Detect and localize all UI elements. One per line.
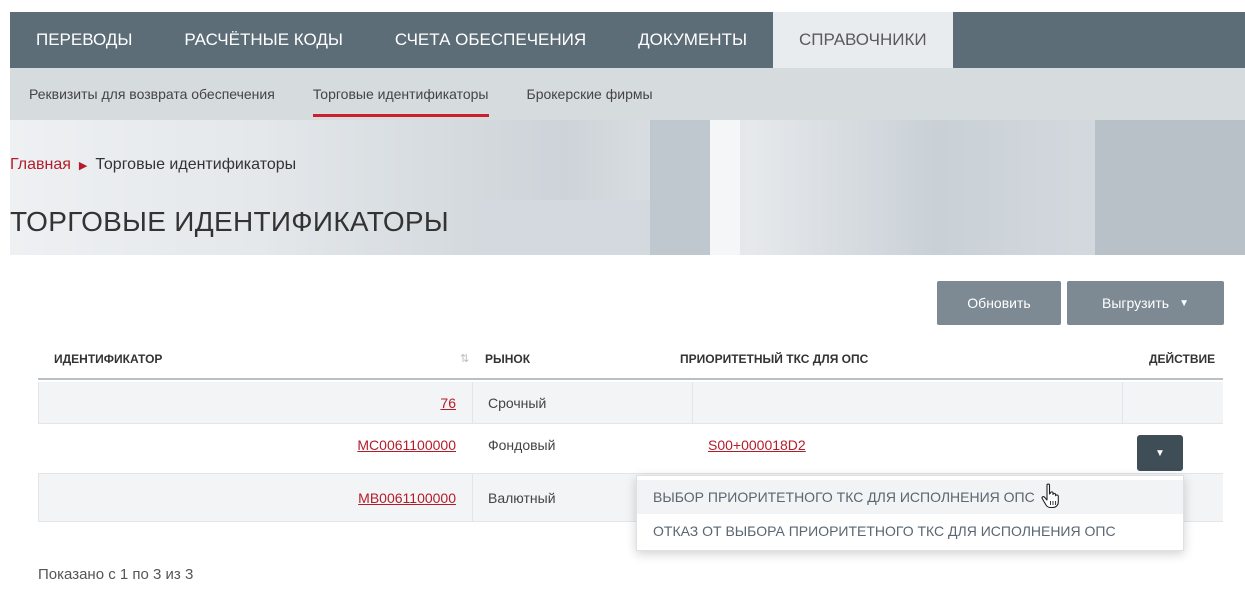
page-title: ТОРГОВЫЕ ИДЕНТИФИКАТОРЫ	[10, 206, 449, 237]
nav-item-transfers[interactable]: ПЕРЕВОДЫ	[10, 12, 158, 68]
breadcrumb-current: Торговые идентификаторы	[95, 156, 297, 173]
page: ПЕРЕВОДЫ РАСЧЁТНЫЕ КОДЫ СЧЕТА ОБЕСПЕЧЕНИ…	[0, 0, 1245, 606]
subnav-item-return-details[interactable]: Реквизиты для возврата обеспечения	[10, 68, 294, 120]
pagination-info: Показано с 1 по 3 из 3	[38, 566, 194, 583]
subnav-item-trading-ids[interactable]: Торговые идентификаторы	[294, 68, 508, 120]
column-header-market[interactable]: РЫНОК	[485, 340, 530, 378]
caret-down-icon: ▼	[1179, 297, 1189, 309]
subnav-item-broker-firms[interactable]: Брокерские фирмы	[508, 68, 672, 120]
row-action-dropdown-button[interactable]: ▼	[1137, 435, 1183, 471]
breadcrumb-separator-icon: ▶	[78, 159, 88, 172]
market-cell: Фондовый	[488, 437, 556, 453]
caret-down-icon: ▼	[1155, 447, 1165, 459]
breadcrumb: Главная ▶ Торговые идентификаторы	[10, 156, 296, 174]
column-header-identifier[interactable]: ИДЕНТИФИКАТОР	[54, 340, 162, 378]
market-cell: Срочный	[488, 395, 547, 411]
nav-item-documents[interactable]: ДОКУМЕНТЫ	[612, 12, 773, 68]
identifier-link[interactable]: MB0061100000	[358, 490, 456, 506]
sub-nav: Реквизиты для возврата обеспечения Торго…	[10, 68, 1245, 120]
export-button-label: Выгрузить	[1102, 295, 1170, 311]
market-cell: Валютный	[488, 490, 556, 506]
hand-cursor-icon	[1041, 483, 1059, 509]
table-row: 76 Срочный	[38, 382, 1223, 424]
action-dropdown-menu: ВЫБОР ПРИОРИТЕТНОГО ТКС ДЛЯ ИСПОЛНЕНИЯ О…	[636, 475, 1184, 551]
identifier-link[interactable]: MC0061100000	[357, 437, 456, 453]
priority-tks-link[interactable]: S00+000018D2	[708, 437, 806, 453]
column-header-priority-tks[interactable]: ПРИОРИТЕТНЫЙ ТКС ДЛЯ ОПС	[680, 340, 868, 378]
nav-item-collateral-accounts[interactable]: СЧЕТА ОБЕСПЕЧЕНИЯ	[369, 12, 612, 68]
main-nav: ПЕРЕВОДЫ РАСЧЁТНЫЕ КОДЫ СЧЕТА ОБЕСПЕЧЕНИ…	[10, 12, 1245, 68]
table-row: MC0061100000 Фондовый S00+000018D2	[38, 424, 1223, 474]
nav-item-directories[interactable]: СПРАВОЧНИКИ	[773, 12, 953, 68]
export-button[interactable]: Выгрузить ▼	[1067, 281, 1224, 325]
sort-icon[interactable]: ⇅	[460, 352, 469, 365]
menu-item-cancel-priority-tks[interactable]: ОТКАЗ ОТ ВЫБОРА ПРИОРИТЕТНОГО ТКС ДЛЯ ИС…	[637, 514, 1183, 548]
table-header: ИДЕНТИФИКАТОР ⇅ РЫНОК ПРИОРИТЕТНЫЙ ТКС Д…	[38, 340, 1223, 380]
column-header-action: ДЕЙСТВИЕ	[1149, 352, 1216, 366]
menu-item-select-priority-tks[interactable]: ВЫБОР ПРИОРИТЕТНОГО ТКС ДЛЯ ИСПОЛНЕНИЯ О…	[637, 480, 1183, 514]
identifier-link[interactable]: 76	[440, 395, 456, 411]
nav-item-settlement-codes[interactable]: РАСЧЁТНЫЕ КОДЫ	[158, 12, 368, 68]
breadcrumb-home-link[interactable]: Главная	[10, 156, 71, 174]
refresh-button[interactable]: Обновить	[937, 281, 1061, 325]
